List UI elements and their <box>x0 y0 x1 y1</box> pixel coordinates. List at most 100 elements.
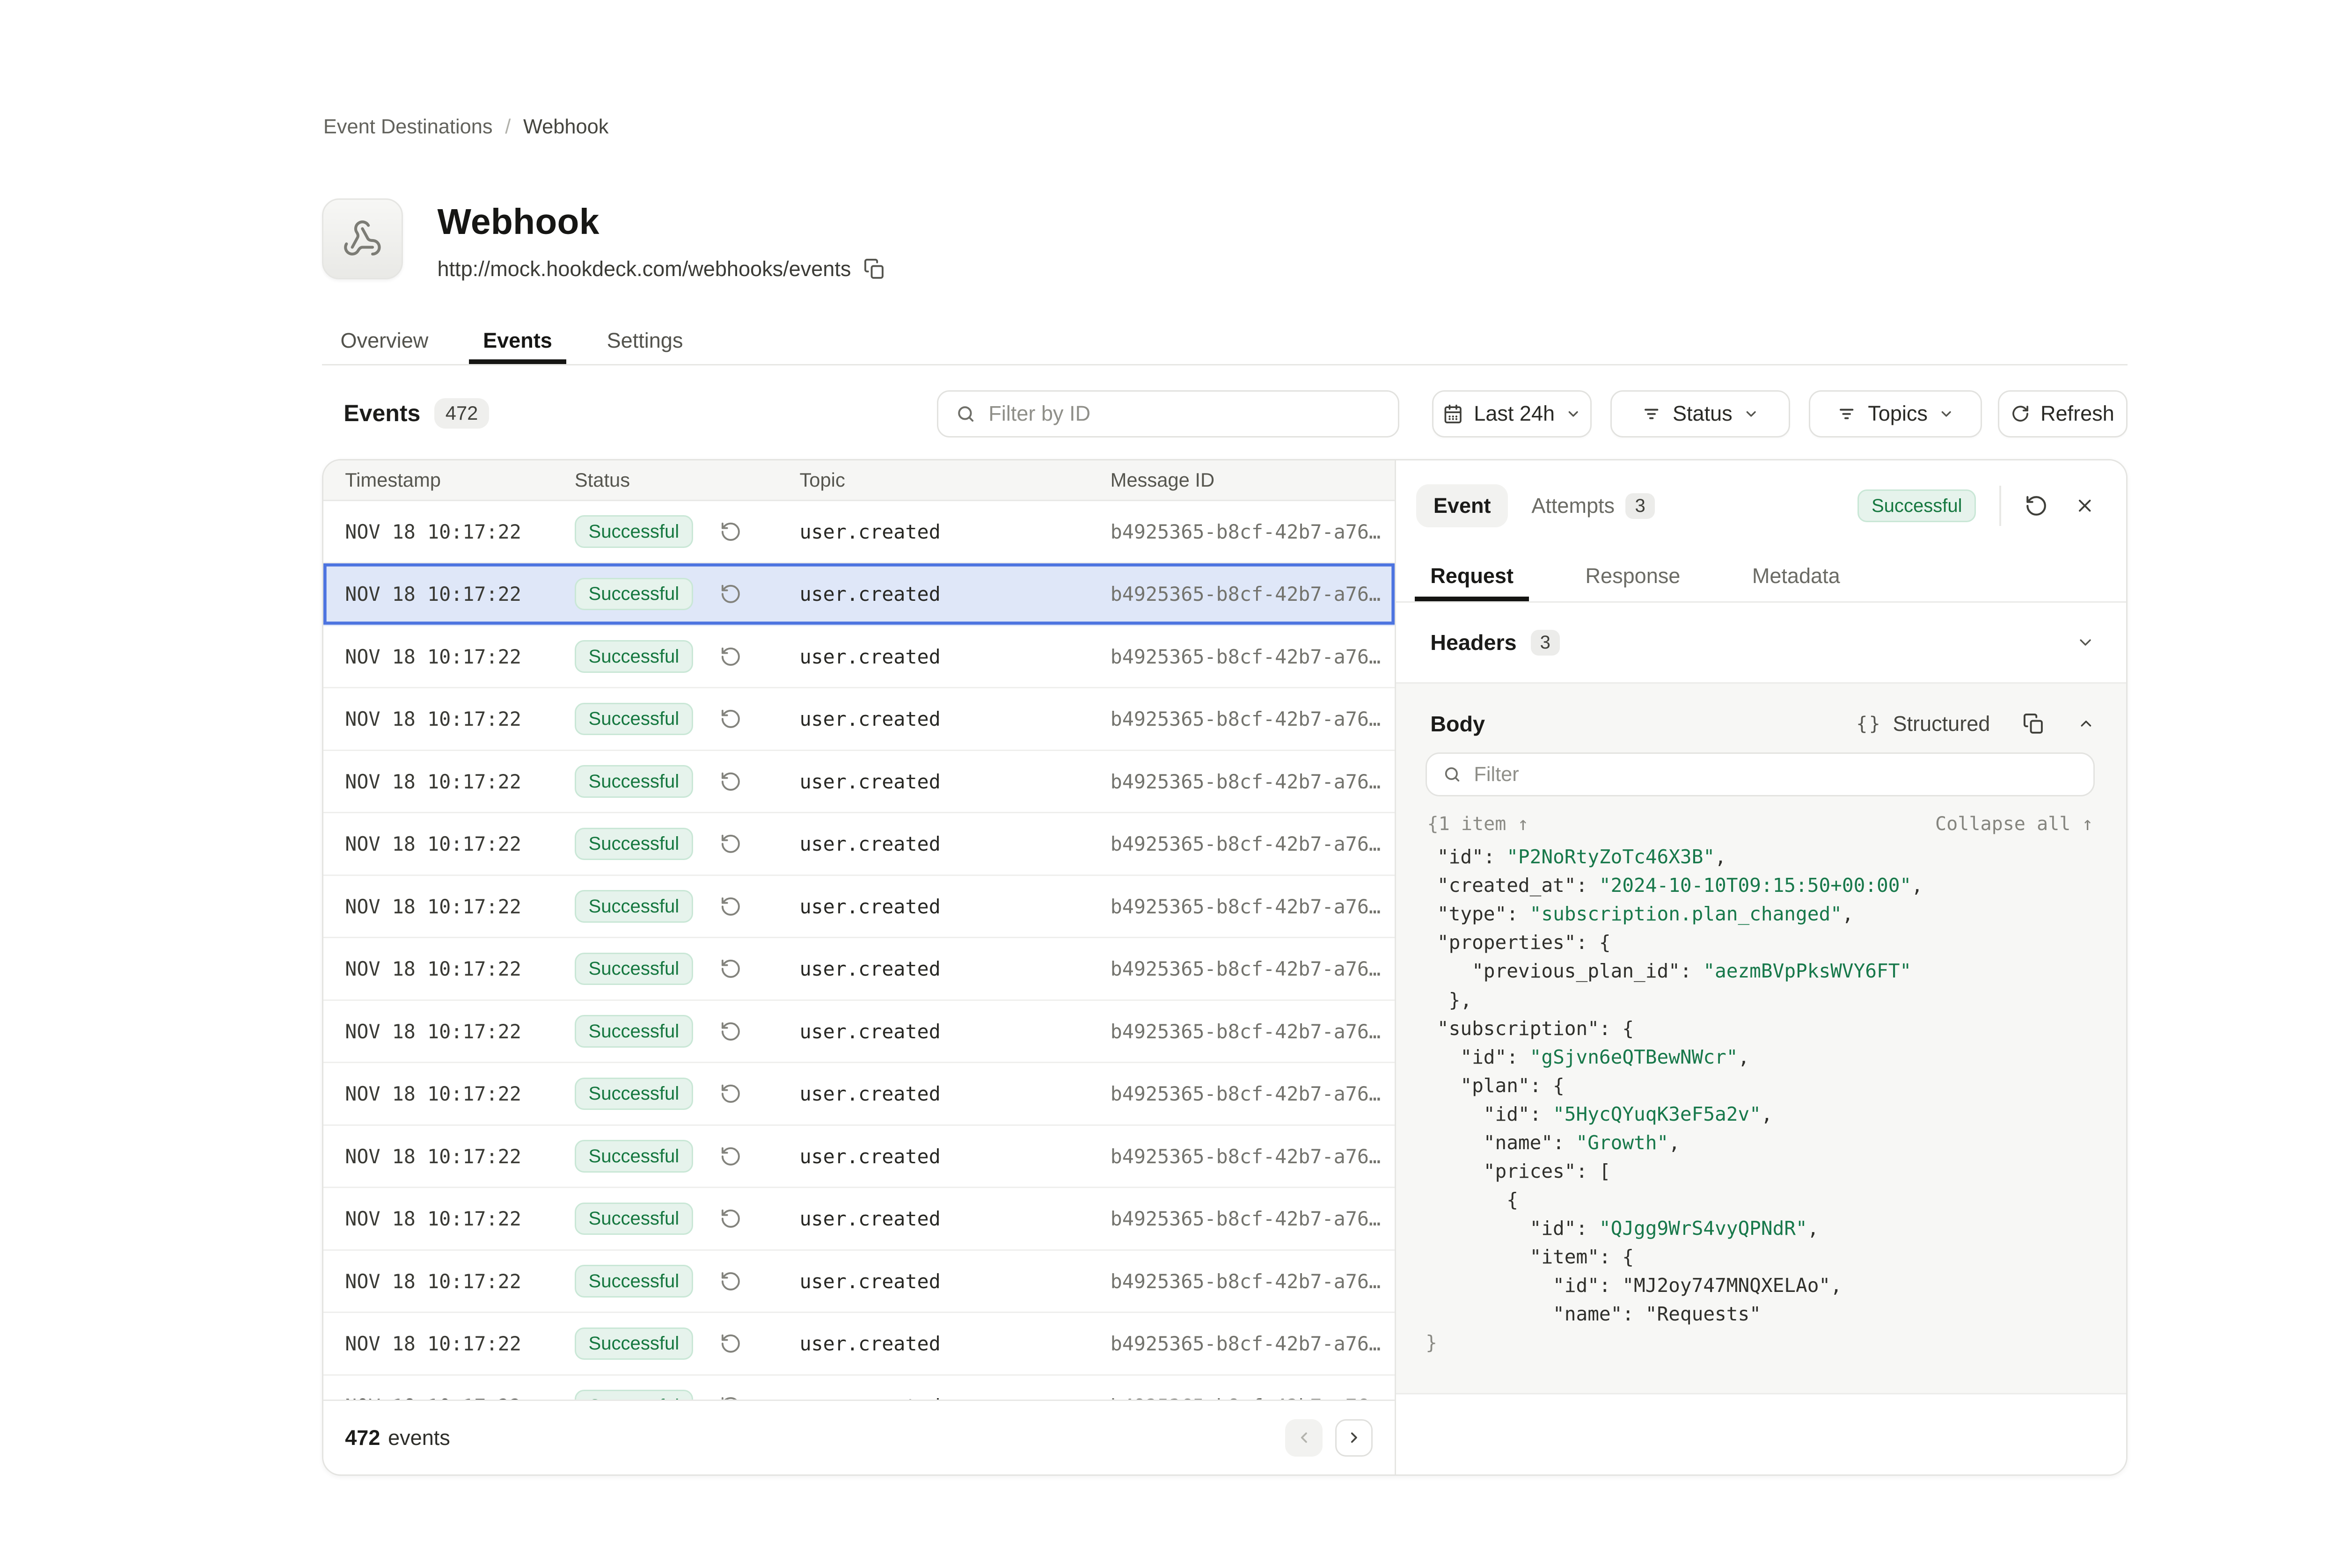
event-detail-panel: Event Attempts 3 Successful <box>1395 460 2126 1474</box>
copy-url-button[interactable] <box>863 258 885 280</box>
row-message-id: b4925365-b8cf-42b7-a76… <box>1111 770 1395 793</box>
table-row[interactable]: NOV 18 10:17:22 Successful user.created … <box>323 1063 1395 1126</box>
retry-icon <box>720 958 742 980</box>
table-footer: 472 events <box>323 1400 1395 1474</box>
tab-request[interactable]: Request <box>1415 551 1529 601</box>
retry-row-button[interactable] <box>720 1270 742 1292</box>
retry-row-button[interactable] <box>720 1083 742 1105</box>
table-row[interactable]: NOV 18 10:17:22 Successful user.created … <box>323 1001 1395 1064</box>
tab-overview[interactable]: Overview <box>327 317 443 364</box>
time-range-button[interactable]: Last 24h <box>1432 390 1591 437</box>
collapse-body-button[interactable] <box>2077 715 2095 732</box>
search-icon <box>956 404 976 424</box>
tab-metadata[interactable]: Metadata <box>1736 551 1856 601</box>
chevron-down-icon <box>1565 406 1581 422</box>
retry-row-button[interactable] <box>720 896 742 918</box>
retry-icon <box>720 1395 742 1400</box>
panel-tab-event[interactable]: Event <box>1416 484 1508 527</box>
table-row[interactable]: NOV 18 10:17:22 Successful user.created … <box>323 1188 1395 1251</box>
prev-page-button[interactable] <box>1285 1419 1323 1457</box>
panel-tab-attempts[interactable]: Attempts 3 <box>1531 493 1654 519</box>
retry-row-button[interactable] <box>720 1145 742 1167</box>
table-row[interactable]: NOV 18 10:17:22 Successful user.created … <box>323 563 1395 626</box>
breadcrumb-event-destinations[interactable]: Event Destinations <box>323 116 493 139</box>
col-timestamp: Timestamp <box>345 469 575 491</box>
row-status-badge: Successful <box>575 640 693 672</box>
row-timestamp: NOV 18 10:17:22 <box>345 957 575 980</box>
refresh-button[interactable]: Refresh <box>1998 390 2128 437</box>
retry-icon <box>720 1145 742 1167</box>
copy-body-button[interactable] <box>2023 713 2045 735</box>
table-row[interactable]: NOV 18 10:17:22 Successful user.created … <box>323 876 1395 939</box>
row-timestamp: NOV 18 10:17:22 <box>345 707 575 730</box>
status-filter-label: Status <box>1673 401 1733 426</box>
filter-by-id-field[interactable] <box>937 390 1399 437</box>
row-timestamp: NOV 18 10:17:22 <box>345 1207 575 1230</box>
tab-response[interactable]: Response <box>1570 551 1696 601</box>
row-timestamp: NOV 18 10:17:22 <box>345 520 575 543</box>
body-filter-field[interactable] <box>1426 752 2095 796</box>
table-row[interactable]: NOV 18 10:17:22 Successful user.created … <box>323 1376 1395 1400</box>
breadcrumb: Event Destinations / Webhook <box>323 116 609 139</box>
table-row[interactable]: NOV 18 10:17:22 Successful user.created … <box>323 1126 1395 1189</box>
retry-row-button[interactable] <box>720 708 742 730</box>
events-count-badge: 472 <box>434 398 489 429</box>
row-timestamp: NOV 18 10:17:22 <box>345 770 575 793</box>
retry-row-button[interactable] <box>720 583 742 605</box>
row-status-badge: Successful <box>575 1390 693 1400</box>
row-message-id: b4925365-b8cf-42b7-a76… <box>1111 1082 1395 1105</box>
row-message-id: b4925365-b8cf-42b7-a76… <box>1111 520 1395 543</box>
status-filter-button[interactable]: Status <box>1610 390 1790 437</box>
row-topic: user.created <box>799 645 1110 668</box>
retry-row-button[interactable] <box>720 1395 742 1400</box>
retry-row-button[interactable] <box>720 771 742 793</box>
row-topic: user.created <box>799 520 1110 543</box>
structured-mode-toggle[interactable]: {} Structured <box>1856 712 1990 736</box>
table-row[interactable]: NOV 18 10:17:22 Successful user.created … <box>323 688 1395 751</box>
table-row[interactable]: NOV 18 10:17:22 Successful user.created … <box>323 813 1395 876</box>
table-row[interactable]: NOV 18 10:17:22 Successful user.created … <box>323 626 1395 689</box>
topics-filter-button[interactable]: Topics <box>1809 390 1982 437</box>
destination-logo <box>322 198 403 280</box>
next-page-button[interactable] <box>1335 1419 1373 1457</box>
copy-icon <box>2023 713 2045 735</box>
row-status-badge: Successful <box>575 953 693 985</box>
retry-row-button[interactable] <box>720 1333 742 1355</box>
row-status-badge: Successful <box>575 890 693 922</box>
row-topic: user.created <box>799 707 1110 730</box>
retry-row-button[interactable] <box>720 1208 742 1230</box>
retry-row-button[interactable] <box>720 646 742 668</box>
refresh-label: Refresh <box>2040 401 2114 426</box>
headers-section-toggle[interactable]: Headers 3 <box>1396 603 2126 684</box>
retry-event-button[interactable] <box>2025 494 2048 518</box>
body-label: Body <box>1430 711 1485 737</box>
retry-row-button[interactable] <box>720 958 742 980</box>
body-filter-input[interactable] <box>1474 763 2077 786</box>
table-row[interactable]: NOV 18 10:17:22 Successful user.created … <box>323 751 1395 814</box>
row-message-id: b4925365-b8cf-42b7-a76… <box>1111 1207 1395 1230</box>
table-row[interactable]: NOV 18 10:17:22 Successful user.created … <box>323 938 1395 1001</box>
table-row[interactable]: NOV 18 10:17:22 Successful user.created … <box>323 1251 1395 1313</box>
row-timestamp: NOV 18 10:17:22 <box>345 1395 575 1400</box>
retry-row-button[interactable] <box>720 521 742 543</box>
panel-content-tabs: Request Response Metadata <box>1396 551 2126 603</box>
row-topic: user.created <box>799 1270 1110 1293</box>
row-topic: user.created <box>799 1145 1110 1168</box>
retry-row-button[interactable] <box>720 1021 742 1043</box>
json-item-count[interactable]: {1 item ↑ <box>1427 813 1529 835</box>
page-title: Webhook <box>437 202 885 243</box>
close-icon <box>2075 496 2095 516</box>
table-row[interactable]: NOV 18 10:17:22 Successful user.created … <box>323 1313 1395 1376</box>
tab-events[interactable]: Events <box>469 317 566 364</box>
row-status-badge: Successful <box>575 1203 693 1235</box>
filter-by-id-input[interactable] <box>988 401 1381 426</box>
table-row[interactable]: NOV 18 10:17:22 Successful user.created … <box>323 501 1395 564</box>
close-panel-button[interactable] <box>2075 496 2095 516</box>
row-timestamp: NOV 18 10:17:22 <box>345 1082 575 1105</box>
retry-row-button[interactable] <box>720 833 742 855</box>
calendar-icon <box>1443 404 1463 424</box>
retry-icon <box>720 583 742 605</box>
collapse-all-button[interactable]: Collapse all ↑ <box>1935 813 2093 835</box>
tab-settings[interactable]: Settings <box>593 317 697 364</box>
row-status-badge: Successful <box>575 703 693 735</box>
